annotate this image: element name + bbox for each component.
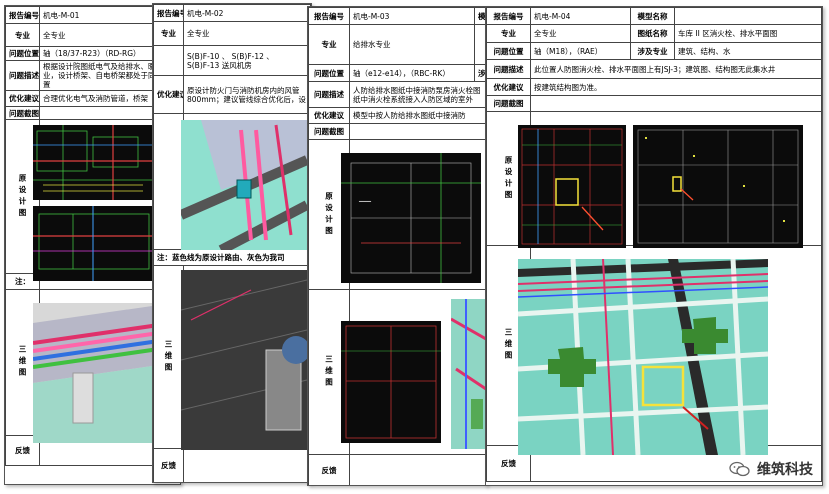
involved-label: 涉及专业 <box>630 42 675 60</box>
threed-cad-image <box>341 321 441 443</box>
threed-bim-image-bottom <box>181 270 307 450</box>
involved-value: 建筑、结构、水 <box>674 42 822 60</box>
major-label: 专业 <box>153 21 184 46</box>
note-text: 注：蓝色线为原设计路由、灰色为我司 <box>153 249 311 266</box>
model-name-value <box>674 7 822 25</box>
major-value: 全专业 <box>183 21 311 46</box>
involved-label-partial: 涉 <box>474 64 486 82</box>
desc-label: 问题描述 <box>5 60 40 91</box>
desc-label: 问题描述 <box>308 81 350 108</box>
report-sheet-2: 报告编号机电-M-02 专业全专业 S(B)F-10 、 S(B)F-12 、S… <box>152 3 312 483</box>
desc-value: 此位置人防图消火栓、排水平面图上有JSJ-3；建筑图、结构图无此集水井 <box>530 59 822 79</box>
screenshot-label: 问题截图 <box>486 95 531 112</box>
location-label: 问题位置 <box>5 46 40 61</box>
model-name-label: 模型名称 <box>630 7 675 25</box>
model-label-partial: 模 <box>474 7 486 25</box>
major-label: 专业 <box>308 24 350 65</box>
threed-bim-image-top <box>181 120 307 250</box>
major-label: 专业 <box>486 24 531 43</box>
watermark: 维筑科技 <box>729 459 813 479</box>
report-no-label: 报告编号 <box>5 6 40 24</box>
location-value: 轴（e12-e14），（RBC-RK） <box>349 64 475 82</box>
location-line-2: S(B)F-13 送风机房 <box>187 60 252 70</box>
report-no-value: 机电-M-03 <box>349 7 475 25</box>
drawing-name-value: 车库 II 区消火栓、排水平面图 <box>674 24 822 43</box>
report-no-label: 报告编号 <box>153 4 184 22</box>
feedback-label: 反馈 <box>153 448 184 482</box>
desc-value: 人防给排水图纸中接消防泵房消火栓图纸中消火栓系统接入人防区域的室外 <box>349 81 486 108</box>
screenshot-label: 问题截图 <box>5 106 40 120</box>
watermark-text: 维筑科技 <box>757 462 813 478</box>
major-value: 全专业 <box>530 24 631 43</box>
report-no-value: 机电-M-02 <box>183 4 311 22</box>
report-no-value: 机电-M-04 <box>530 7 631 25</box>
location-value: 轴（M18），（RAE） <box>530 42 631 60</box>
location-label: 问题位置 <box>486 42 531 60</box>
opt-value: 模型中按人防给排水图纸中接消防 <box>349 107 486 124</box>
threed-bim-image <box>451 299 486 449</box>
wechat-icon <box>729 461 750 477</box>
major-value: 给排水专业 <box>349 24 475 65</box>
threed-label: 三维图 <box>153 265 184 449</box>
threed-bim-image <box>518 259 768 455</box>
opt-value: 原设计防火门与消防机房内的风管 800mm；建议管线综合优化后，设 <box>183 75 311 114</box>
design-cad-image-right <box>633 125 803 248</box>
drawing-name-label: 图纸名称 <box>630 24 675 43</box>
major-label: 专业 <box>5 23 40 47</box>
screenshot-label: 问题截图 <box>308 123 350 140</box>
opt-label: 优化建议 <box>486 78 531 96</box>
design-cad-image-2 <box>33 206 158 281</box>
desc-label: 问题描述 <box>486 59 531 79</box>
report-sheet-4: 报告编号 机电-M-04 模型名称 专业 全专业 图纸名称 车库 II 区消火栓、排水平面… <box>485 6 823 486</box>
design-cad-image-1 <box>33 125 158 200</box>
opt-label: 优化建议 <box>5 90 40 107</box>
opt-label: 优化建议 <box>308 107 350 124</box>
design-cad-image: ━━━━ <box>341 153 481 283</box>
design-cad-image-left <box>518 125 626 248</box>
report-sheet-3: 报告编号 机电-M-03 模 专业 给排水专业 问题位置 轴（e12-e14），（RBC… <box>307 6 487 486</box>
location-line-1: S(B)F-10 、 S(B)F-12 、 <box>187 51 274 61</box>
location-label: 问题位置 <box>308 64 350 82</box>
feedback-label: 反馈 <box>308 454 350 485</box>
report-no-label: 报告编号 <box>308 7 350 25</box>
opt-value: 按建筑结构图为准。 <box>530 78 822 96</box>
opt-label: 优化建议 <box>153 75 184 114</box>
svg-text:━━━━: ━━━━ <box>358 199 372 205</box>
report-no-label: 报告编号 <box>486 7 531 25</box>
